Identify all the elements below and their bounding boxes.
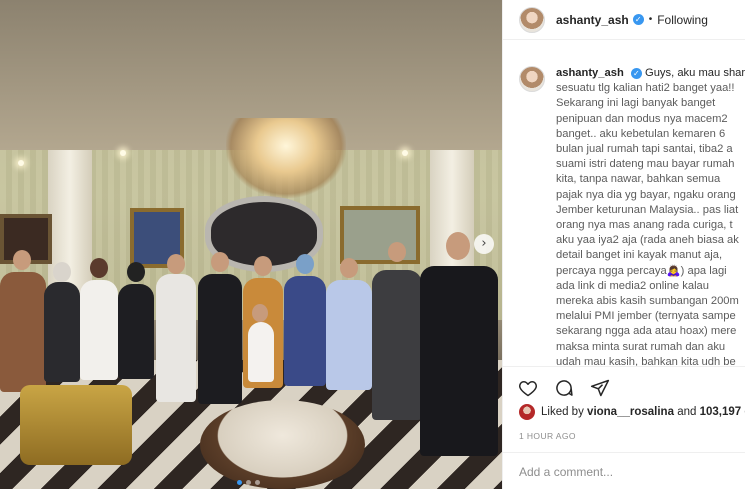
photo-person-head	[446, 232, 470, 260]
photo-person	[118, 284, 154, 379]
author-avatar[interactable]	[519, 6, 545, 33]
post-timestamp[interactable]: 1 HOUR AGO	[519, 431, 576, 441]
caption-username[interactable]: ashanty_ash	[556, 67, 624, 79]
photo-person	[372, 270, 422, 420]
likes-prefix: Liked by	[541, 406, 584, 418]
caption-line: ada link di media2 online kalau	[556, 279, 709, 292]
liker-avatar[interactable]	[519, 404, 535, 420]
caption-line: kita, tanpa nawar, bahkan semua	[556, 173, 721, 186]
carousel-dot	[246, 480, 251, 485]
photo-person-head	[296, 254, 314, 274]
photo-person-head	[254, 256, 272, 276]
photo-person	[198, 274, 242, 404]
photo-child-head	[252, 304, 268, 322]
caption-line: melalui PMI jember (ternyata sampe	[556, 310, 736, 323]
photo-person-head	[90, 258, 108, 278]
caption-line-text: Guys, aku mau share	[645, 67, 745, 79]
caption-line: penipuan dan modus nya macem2	[556, 112, 728, 125]
caption-line: mereka abis kasih sumbangan 200m	[556, 295, 739, 308]
photo-ceiling-lamp	[402, 150, 408, 156]
photo-person-head	[13, 250, 31, 270]
verified-badge-icon: ✓	[632, 14, 644, 25]
photo-person-head	[340, 258, 358, 278]
likes-connector: and	[677, 406, 697, 418]
caption-line: maksa minta surat rumah dan aku	[556, 340, 726, 353]
caption-line: bulan jual rumah tapi santai, tiba2 a	[556, 143, 733, 156]
verified-badge-icon: ✓	[630, 68, 642, 79]
likes-summary: Liked by viona__rosalina and 103,197 o	[519, 404, 745, 420]
post-header: ashanty_ash ✓ • Following	[503, 0, 745, 40]
caption-line: banget.. aku kebetulan kemaren 6	[556, 127, 726, 140]
photo-person-head	[211, 252, 229, 272]
photo-person	[284, 276, 326, 386]
caption-line: Jember keturunan Malaysia.. pas liat	[556, 203, 739, 216]
caption-line: percaya ngga percaya🙇‍♀️) apa lagi	[556, 264, 727, 277]
like-button[interactable]	[517, 377, 539, 399]
liker-username[interactable]: viona__rosalina	[587, 406, 674, 418]
caption-text: ashanty_ash ✓ Guys, aku mau share sesuat…	[556, 66, 745, 366]
comment-bubble-icon	[556, 379, 573, 396]
photo-ceiling-lamp	[18, 160, 24, 166]
photo-person-head	[127, 262, 145, 282]
caption-line: aku yaa iya2 aja (rada aneh biasa ak	[556, 234, 739, 247]
photo-sofa	[20, 385, 132, 465]
photo-person-head	[53, 262, 71, 282]
caption-line: sesuatu tlg kalian hati2 banget yaa!!	[556, 82, 735, 95]
photo-person	[420, 266, 498, 456]
caption-line: udah mau kasih, bahkan kita udh be	[556, 355, 736, 366]
post-photo[interactable]: ›	[0, 0, 502, 489]
paper-plane-icon	[590, 379, 610, 396]
caption-line: orang nya mas anang rada curiga, t	[556, 219, 733, 232]
author-username[interactable]: ashanty_ash	[556, 13, 629, 27]
carousel-next-button[interactable]: ›	[474, 234, 494, 254]
likes-count[interactable]: 103,197	[700, 406, 742, 418]
photo-ceiling-lamp	[120, 150, 126, 156]
caption-line: pajak nya dia yg bayar, ngaku orang	[556, 188, 736, 201]
photo-person-head	[167, 254, 185, 274]
caption-block: ashanty_ash ✓ Guys, aku mau share sesuat…	[519, 66, 745, 366]
caption-line: suami istri dateng mau bayar rumah	[556, 158, 735, 171]
following-button[interactable]: Following	[657, 13, 708, 27]
caption-line: detail banget ini kayak manut aja,	[556, 249, 723, 262]
photo-chandelier	[226, 118, 346, 198]
post-side-panel: ashanty_ash ✓ • Following ashanty_ash ✓ …	[502, 0, 745, 489]
comment-input[interactable]	[519, 464, 729, 480]
photo-person	[0, 272, 46, 392]
carousel-dots	[237, 480, 260, 485]
header-separator: •	[648, 14, 653, 25]
photo-person	[326, 280, 372, 390]
share-button[interactable]	[589, 377, 611, 399]
photo-child	[248, 322, 274, 382]
photo-person	[80, 280, 118, 380]
comment-button[interactable]	[553, 377, 575, 399]
post-actions	[503, 366, 745, 408]
heart-icon	[519, 380, 537, 396]
carousel-dot	[255, 480, 260, 485]
photo-person	[156, 274, 196, 402]
photo-person	[44, 282, 80, 382]
caption-line: sekarang ngga ada atau hoax) mere	[556, 325, 737, 338]
comment-bar	[503, 452, 745, 489]
carousel-dot	[237, 480, 242, 485]
caption-line: ashanty_ash ✓ Guys, aku mau share	[556, 66, 745, 81]
caption-author-avatar[interactable]	[519, 66, 545, 92]
photo-dining-table	[200, 400, 365, 489]
photo-painting-right	[340, 206, 420, 264]
photo-person-head	[388, 242, 406, 262]
caption-line: Sekarang ini lagi banyak banget	[556, 97, 716, 110]
